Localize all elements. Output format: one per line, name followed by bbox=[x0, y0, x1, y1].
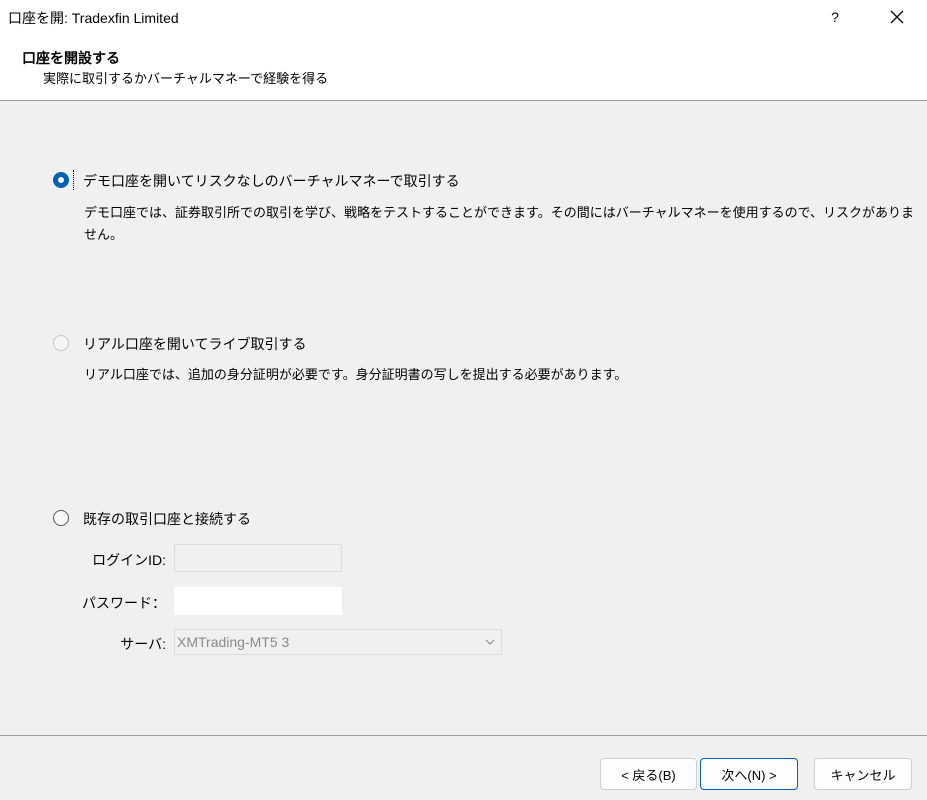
server-label: サーバ: bbox=[120, 636, 166, 652]
password-input[interactable] bbox=[174, 587, 342, 615]
page-subtitle: 実際に取引するかバーチャルマネーで経験を得る bbox=[43, 71, 329, 86]
window-title: 口座を開: Tradexfin Limited bbox=[8, 10, 179, 26]
help-button[interactable]: ? bbox=[813, 0, 857, 34]
open-account-dialog: 口座を開: Tradexfin Limited ? 口座を開設する 実際に取引す… bbox=[0, 0, 927, 800]
wizard-header: 口座を開設する 実際に取引するかバーチャルマネーで経験を得る bbox=[0, 34, 927, 101]
title-bar: 口座を開: Tradexfin Limited ? bbox=[0, 0, 927, 34]
next-button[interactable]: 次へ(N) > bbox=[700, 758, 798, 790]
server-select-value: XMTrading-MT5 3 bbox=[177, 634, 290, 650]
close-icon bbox=[890, 10, 904, 24]
real-account-radio[interactable] bbox=[53, 335, 69, 351]
demo-account-description-line2: せん。 bbox=[84, 227, 124, 242]
focus-indicator bbox=[73, 170, 74, 190]
existing-account-radio[interactable] bbox=[53, 510, 69, 526]
existing-account-label[interactable]: 既存の取引口座と接続する bbox=[83, 509, 251, 529]
login-id-label: ログインID: bbox=[92, 552, 166, 568]
demo-account-label[interactable]: デモ口座を開いてリスクなしのバーチャルマネーで取引する bbox=[83, 171, 460, 191]
password-label: パスワード： bbox=[82, 595, 166, 611]
demo-account-radio[interactable] bbox=[53, 172, 69, 188]
back-button[interactable]: < 戻る(B) bbox=[600, 758, 697, 790]
demo-account-description-line1: デモ口座では、証券取引所での取引を学び、戦略をテストすることができます。その間に… bbox=[84, 205, 915, 220]
real-account-description: リアル口座では、追加の身分証明が必要です。身分証明書の写しを提出する必要がありま… bbox=[84, 367, 628, 382]
footer-divider bbox=[0, 735, 927, 736]
cancel-button[interactable]: キャンセル bbox=[814, 758, 912, 790]
real-account-label[interactable]: リアル口座を開いてライブ取引する bbox=[83, 334, 306, 354]
chevron-down-icon bbox=[483, 630, 497, 654]
server-select[interactable]: XMTrading-MT5 3 bbox=[174, 629, 502, 655]
page-title: 口座を開設する bbox=[22, 50, 120, 66]
close-button[interactable] bbox=[875, 0, 919, 34]
login-id-input[interactable] bbox=[174, 544, 342, 572]
